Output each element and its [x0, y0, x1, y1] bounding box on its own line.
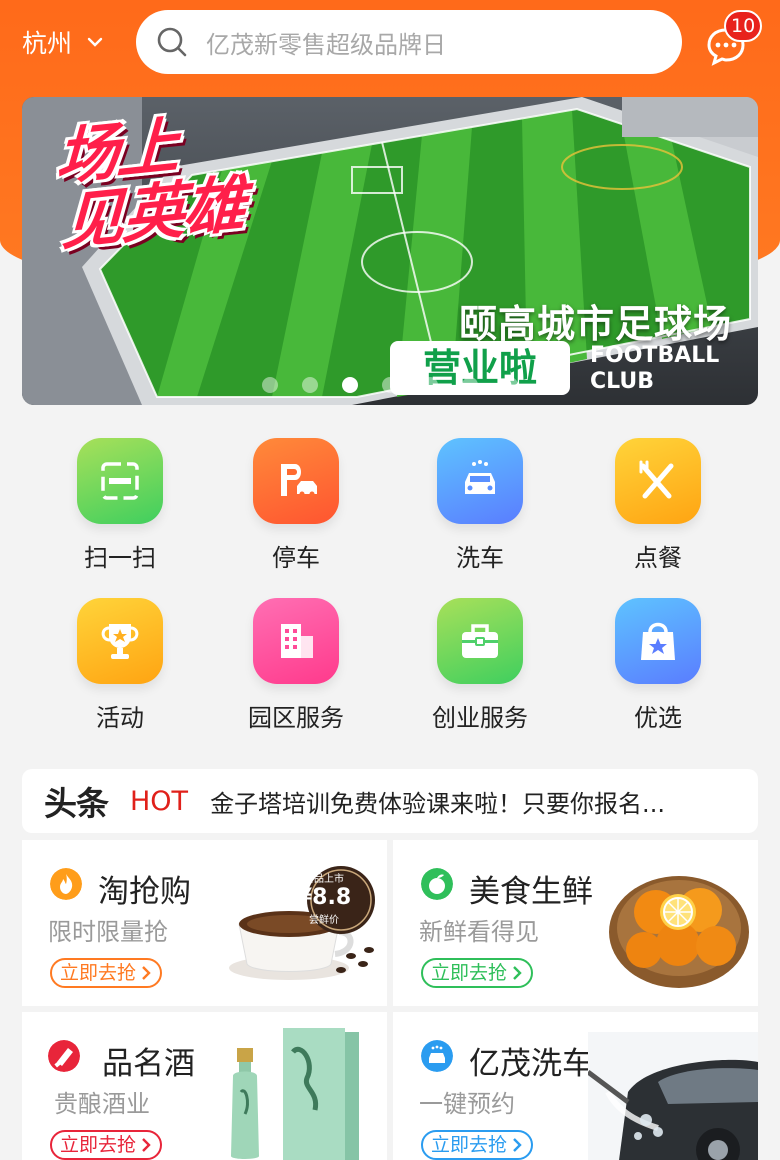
service-shopping-bag[interactable]: 优选	[566, 598, 750, 733]
fork-knife-icon	[639, 460, 674, 499]
car-wash-photo-image	[588, 1032, 758, 1160]
message-count-badge: 10	[724, 10, 763, 42]
chevron-right-icon	[142, 1138, 151, 1152]
shopping-bag-icon	[641, 622, 675, 660]
banner-dot[interactable]	[262, 377, 278, 393]
orange-fruit-icon	[421, 868, 453, 900]
price-tag-bottom: 尝鲜价	[309, 915, 339, 926]
service-icon-tile	[615, 598, 701, 684]
service-icon-tile	[437, 438, 523, 524]
price-tag-top: 新品上市	[304, 874, 344, 885]
card-title: 淘抢购	[98, 874, 191, 910]
service-trophy[interactable]: 活动	[28, 598, 212, 733]
chevron-right-icon	[142, 966, 151, 980]
service-label: 洗车	[456, 544, 504, 572]
city-selector[interactable]: 杭州	[22, 24, 104, 60]
service-icon-tile	[615, 438, 701, 524]
card-action-button[interactable]: 立即去抢	[50, 958, 163, 988]
headline-title: 头条	[44, 784, 109, 823]
building-icon	[281, 624, 313, 658]
search-placeholder: 亿茂新零售超级品牌日	[206, 30, 446, 59]
trophy-icon	[101, 624, 139, 659]
city-label: 杭州	[22, 29, 73, 58]
car-wash-icon	[465, 460, 495, 494]
banner-title: 场上 见英雄	[53, 106, 247, 259]
card-action-button[interactable]: 立即去抢	[50, 1130, 163, 1160]
service-label: 活动	[96, 704, 144, 732]
card-action-label: 立即去抢	[431, 1134, 508, 1156]
card-desc: 限时限量抢	[48, 918, 168, 946]
service-icon-tile	[77, 438, 163, 524]
service-scan[interactable]: 扫一扫	[28, 438, 212, 573]
banner-dot[interactable]	[462, 377, 478, 393]
hot-label: HOT	[130, 785, 189, 817]
card-action-button[interactable]: 立即去抢	[421, 1130, 534, 1160]
card-action-label: 立即去抢	[60, 962, 137, 984]
price-tag: 新品上市 ¥8.8 尝鲜价	[282, 870, 366, 926]
banner-pagination	[22, 377, 758, 393]
search-icon	[157, 27, 187, 57]
service-car-wash[interactable]: 洗车	[388, 438, 572, 573]
scan-icon	[101, 462, 139, 500]
card-desc: 新鲜看得见	[419, 918, 539, 946]
banner-dot[interactable]	[382, 377, 398, 393]
promo-banner[interactable]: 场上 见英雄 颐高城市足球场 营业啦 FOOTBALL CLUB	[22, 97, 758, 405]
top-bar: 杭州 亿茂新零售超级品牌日 10	[0, 0, 780, 90]
service-fork-knife[interactable]: 点餐	[566, 438, 750, 573]
briefcase-icon	[462, 624, 498, 658]
wine-icon	[48, 1040, 80, 1072]
service-label: 停车	[272, 544, 320, 572]
promo-card-flash-sale[interactable]: 淘抢购 限时限量抢 立即去抢 新品上市 ¥8.8 尝鲜价	[22, 840, 387, 1006]
headline-text[interactable]: 金子塔培训免费体验课来啦！只要你报名...	[210, 784, 665, 819]
card-action-label: 立即去抢	[60, 1134, 137, 1156]
card-title: 品名酒	[102, 1046, 195, 1082]
promo-card-car-wash[interactable]: 亿茂洗车 一键预约 立即去抢	[393, 1012, 758, 1160]
service-icon-tile	[253, 438, 339, 524]
banner-dot[interactable]	[422, 377, 438, 393]
promo-card-fresh-food[interactable]: 美食生鲜 新鲜看得见 立即去抢	[393, 840, 758, 1006]
service-briefcase[interactable]: 创业服务	[388, 598, 572, 733]
chevron-down-icon	[87, 37, 103, 47]
liquor-bottle-box-image	[231, 1028, 359, 1160]
banner-subtitle: 颐高城市足球场	[458, 302, 732, 346]
card-desc: 贵酿酒业	[54, 1090, 150, 1118]
card-action-label: 立即去抢	[431, 962, 508, 984]
service-grid: 扫一扫 停车 洗车 点餐活动 园区服务 创业服务 优选	[22, 420, 758, 750]
service-parking[interactable]: 停车	[204, 438, 388, 573]
chevron-right-icon	[513, 966, 522, 980]
service-icon-tile	[77, 598, 163, 684]
card-title: 亿茂洗车	[469, 1046, 593, 1082]
chevron-right-icon	[513, 1138, 522, 1152]
banner-dot[interactable]	[502, 377, 518, 393]
headline-news-bar[interactable]: 头条 HOT 金子塔培训免费体验课来啦！只要你报名...	[22, 769, 758, 833]
card-title: 美食生鲜	[469, 874, 593, 910]
service-icon-tile	[437, 598, 523, 684]
search-bar[interactable]: 亿茂新零售超级品牌日	[136, 10, 682, 74]
service-label: 点餐	[634, 544, 682, 572]
promo-card-liquor[interactable]: 品名酒 贵酿酒业 立即去抢	[22, 1012, 387, 1160]
banner-dot[interactable]	[302, 377, 318, 393]
card-action-button[interactable]: 立即去抢	[421, 958, 534, 988]
card-desc: 一键预约	[419, 1090, 515, 1118]
flame-icon	[50, 868, 82, 900]
parking-icon	[281, 464, 317, 497]
service-label: 优选	[634, 704, 682, 732]
car-wash-icon	[421, 1040, 453, 1072]
service-label: 创业服务	[432, 704, 528, 732]
service-label: 园区服务	[248, 704, 344, 732]
orange-basket-image	[609, 876, 749, 988]
service-building[interactable]: 园区服务	[204, 598, 388, 733]
service-label: 扫一扫	[84, 544, 156, 572]
banner-en-line1: FOOTBALL	[590, 343, 720, 368]
banner-dot[interactable]	[342, 377, 358, 393]
price-tag-price: ¥8.8	[296, 885, 352, 910]
service-icon-tile	[253, 598, 339, 684]
